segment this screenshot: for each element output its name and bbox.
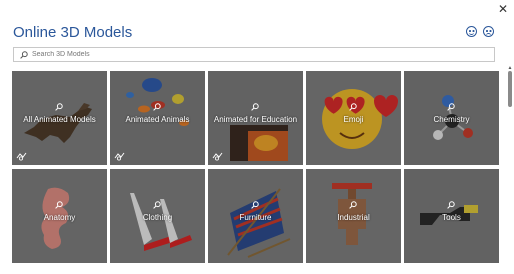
category-grid: All Animated Models Animated Animals Ani…: [12, 71, 501, 274]
tile-label: Anatomy: [43, 213, 76, 222]
search-icon: [251, 201, 259, 209]
scrollbar[interactable]: ▲: [507, 66, 513, 274]
search-icon: [447, 201, 455, 209]
tile-label: Clothing: [142, 213, 173, 222]
search-icon: [153, 103, 161, 111]
animated-model-icon: [212, 152, 223, 161]
smiley-happy-icon[interactable]: [466, 26, 477, 37]
tile-label: Animated Animals: [125, 115, 190, 124]
smiley-sad-icon[interactable]: [483, 26, 494, 37]
tile-emoji[interactable]: Emoji: [306, 71, 401, 165]
tile-anatomy[interactable]: Anatomy: [12, 169, 107, 263]
animated-model-icon: [16, 152, 27, 161]
tile-furniture[interactable]: Furniture: [208, 169, 303, 263]
search-icon: [349, 103, 357, 111]
tile-label: Furniture: [239, 213, 272, 222]
tile-chemistry[interactable]: Chemistry: [404, 71, 499, 165]
search-icon: [349, 201, 357, 209]
search-icon: [55, 201, 63, 209]
search-icon: [153, 201, 161, 209]
dialog-title: Online 3D Models: [13, 24, 133, 41]
feedback-icons: [466, 26, 494, 37]
search-icon: [55, 103, 63, 111]
tile-label: Emoji: [343, 115, 364, 124]
tile-label: Chemistry: [433, 115, 470, 124]
tile-label: All Animated Models: [23, 115, 96, 124]
tile-label: Industrial: [337, 213, 370, 222]
tile-tools[interactable]: Tools: [404, 169, 499, 263]
search-icon: [251, 103, 259, 111]
close-icon[interactable]: ✕: [496, 2, 510, 16]
search-icon: [20, 50, 28, 59]
tile-label: Tools: [442, 213, 461, 222]
tile-animated-for-education[interactable]: Animated for Education: [208, 71, 303, 165]
search-icon: [447, 103, 455, 111]
scroll-thumb[interactable]: [508, 71, 512, 107]
tile-animated-animals[interactable]: Animated Animals: [110, 71, 205, 165]
search-input[interactable]: [32, 51, 472, 58]
search-box[interactable]: [13, 47, 495, 62]
tile-clothing[interactable]: Clothing: [110, 169, 205, 263]
tile-all-animated-models[interactable]: All Animated Models: [12, 71, 107, 165]
tile-label: Animated for Education: [213, 115, 298, 124]
animated-model-icon: [114, 152, 125, 161]
tile-industrial[interactable]: Industrial: [306, 169, 401, 263]
